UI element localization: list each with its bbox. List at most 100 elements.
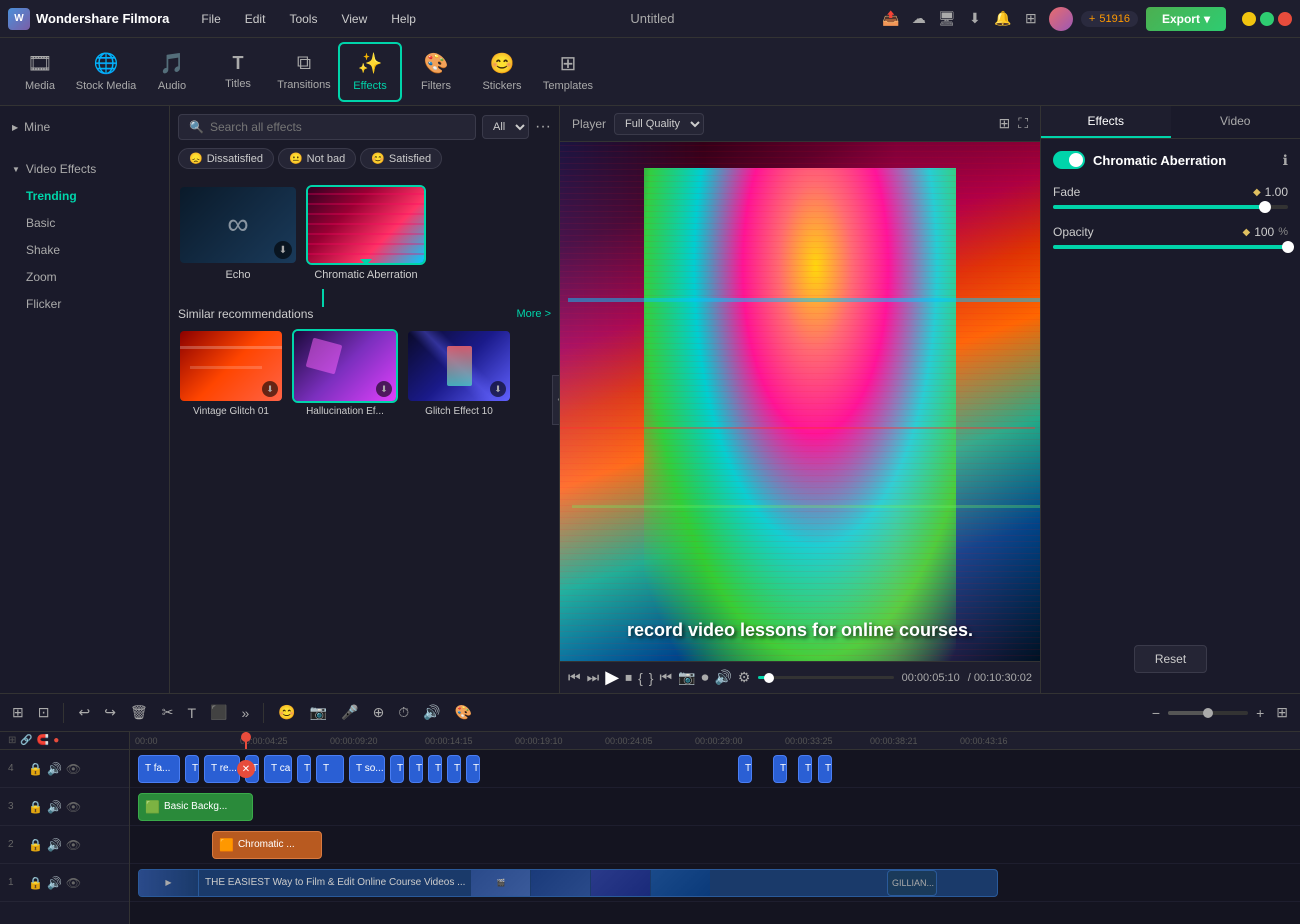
clip-title-r3[interactable]: T [798,755,812,783]
sidebar-video-effects-header[interactable]: ▼ Video Effects [0,156,169,182]
tl-ripple-icon[interactable]: ⊡ [34,700,54,725]
export-button[interactable]: Export ▾ [1146,7,1226,31]
tl-add-track-icon[interactable]: ⊞ [8,735,16,746]
menu-tools[interactable]: Tools [281,8,325,30]
tl-emoji-icon[interactable]: 😊 [274,700,299,725]
clip-title-6[interactable]: T [297,755,311,783]
similar-card-glitch10[interactable]: ⬇ Glitch Effect 10 [406,329,512,417]
tl-grid-icon[interactable]: ⊞ [1272,700,1292,725]
apps-icon[interactable]: ⊞ [1021,9,1041,29]
track-3-audio[interactable]: 🔊 [47,800,62,814]
zoom-thumb[interactable] [1203,708,1213,718]
tool-audio[interactable]: 🎵 Audio [140,42,204,102]
reset-button[interactable]: Reset [1134,645,1207,673]
tl-undo-icon[interactable]: ↩ [74,700,94,725]
more-options-button[interactable]: ··· [535,118,551,136]
track-4-audio[interactable]: 🔊 [47,762,62,776]
clip-main-video[interactable]: ▶ THE EASIEST Way to Film & Edit Online … [138,869,998,897]
close-button[interactable] [1278,12,1292,26]
tl-crop-icon[interactable]: ⬛ [206,700,231,725]
track-2-lock[interactable]: 🔒 [28,838,43,852]
clip-title-2[interactable]: T [185,755,199,783]
settings-button[interactable]: ⚙ [738,669,751,686]
zoom-out-button[interactable]: − [1148,701,1164,725]
prev-clip-button[interactable]: ⏮ [659,669,672,686]
minimize-button[interactable] [1242,12,1256,26]
tool-stock[interactable]: 🌐 Stock Media [74,42,138,102]
tl-link-icon[interactable]: 🔗 [20,735,32,746]
track-1-lock[interactable]: 🔒 [28,876,43,890]
menu-file[interactable]: File [193,8,228,30]
download-icon[interactable]: ⬇ [965,9,985,29]
tab-effects[interactable]: Effects [1041,106,1171,138]
tl-redo-icon[interactable]: ↪ [100,700,120,725]
sidebar-mine-header[interactable]: ▶ Mine [0,114,169,140]
track-3-lock[interactable]: 🔒 [28,800,43,814]
stop-button[interactable]: ⏹ [625,669,632,686]
menu-view[interactable]: View [333,8,375,30]
menu-help[interactable]: Help [383,8,424,30]
clip-title-5[interactable]: T ca... [264,755,292,783]
track-1-eye[interactable]: 👁 [66,876,81,890]
tool-titles[interactable]: T Titles [206,42,270,102]
tab-video[interactable]: Video [1171,106,1300,138]
tl-camera-icon[interactable]: 📷 [306,700,331,725]
tl-cut-icon[interactable]: ✂ [158,700,178,725]
tl-magnet-icon[interactable]: 🧲 [37,735,49,746]
clip-title-12[interactable]: T [447,755,461,783]
tool-transitions[interactable]: ⧉ Transitions [272,42,336,102]
track-4-lock[interactable]: 🔒 [28,762,43,776]
tl-split2-icon[interactable]: ⊕ [369,700,389,725]
track-3-eye[interactable]: 👁 [66,800,81,814]
sidebar-item-trending[interactable]: Trending [6,183,163,209]
all-filter-select[interactable]: All [482,115,529,139]
tool-templates[interactable]: ⊞ Templates [536,42,600,102]
playback-slider[interactable] [758,676,893,679]
clip-title-9[interactable]: T [390,755,404,783]
clip-title-r4[interactable]: T [818,755,832,783]
sidebar-item-basic[interactable]: Basic [6,210,163,236]
clip-title-10[interactable]: T [409,755,423,783]
effect-card-echo[interactable]: ∞ ⬇ Echo [178,185,298,281]
fullscreen-icon[interactable]: ⛶ [1018,115,1028,132]
device-icon[interactable]: 🖥 [937,9,957,29]
track-1-audio[interactable]: 🔊 [47,876,62,890]
clip-basic-bg[interactable]: 🟩Basic Backg... [138,793,253,821]
zoom-in-button[interactable]: + [1252,701,1268,725]
tool-filters[interactable]: 🎨 Filters [404,42,468,102]
similar-card-hallucination[interactable]: ⬇ Hallucination Ef... [292,329,398,417]
tl-speed-icon[interactable]: ⏱ [394,700,413,725]
clip-title-r1[interactable]: T [738,755,752,783]
similar-card-vintage-glitch[interactable]: ⬇ Vintage Glitch 01 [178,329,284,417]
menu-edit[interactable]: Edit [237,8,274,30]
skip-back-button[interactable]: ⏮ [568,669,581,686]
record-button[interactable]: ⏺ [701,669,708,686]
emoji-tag-notbad[interactable]: 😐 Not bad [278,148,356,169]
clip-title-7[interactable]: T [316,755,344,783]
track-2-audio[interactable]: 🔊 [47,838,62,852]
bell-icon[interactable]: 🔔 [993,9,1013,29]
search-input[interactable] [210,120,465,134]
clip-title-13[interactable]: T [466,755,480,783]
snapshot-button[interactable]: 📷 [678,669,695,686]
tool-media[interactable]: 🎞 Media [8,42,72,102]
user-avatar[interactable] [1049,7,1073,31]
quality-select[interactable]: Full Quality [614,113,704,135]
zoom-slider[interactable] [1168,711,1248,715]
emoji-tag-satisfied[interactable]: 😊 Satisfied [360,148,442,169]
grid-view-icon[interactable]: ⊞ [998,115,1010,132]
effect-info-icon[interactable]: ℹ [1283,152,1288,169]
tl-mic-icon[interactable]: 🎤 [337,700,362,725]
opacity-keyframe-button[interactable]: ◆ [1242,227,1250,238]
maximize-button[interactable] [1260,12,1274,26]
share-icon[interactable]: 📤 [881,9,901,29]
fade-keyframe-button[interactable]: ◆ [1253,187,1261,198]
clip-title-r2[interactable]: T [773,755,787,783]
tl-text-icon[interactable]: T [183,701,200,725]
tl-delete-icon[interactable]: 🗑 [126,700,152,725]
play-button[interactable]: ▶ [605,667,619,688]
effect-card-chromatic[interactable]: Chromatic Aberration [306,185,426,281]
cloud-icon[interactable]: ☁ [909,9,929,29]
collapse-panel-button[interactable]: ‹ [552,375,560,425]
clip-title-8[interactable]: T so... [349,755,385,783]
